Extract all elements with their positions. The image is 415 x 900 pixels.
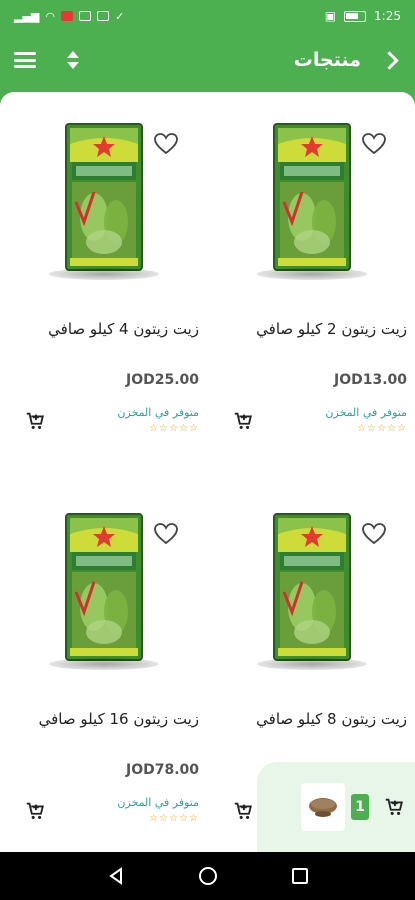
back-chevron-icon[interactable] xyxy=(379,49,401,71)
product-price: JOD78.00 xyxy=(125,762,199,778)
product-image[interactable] xyxy=(64,512,144,662)
product-image-shadow xyxy=(256,658,367,670)
rating-stars: ☆☆☆☆☆ xyxy=(357,423,407,434)
favorite-heart-icon[interactable] xyxy=(361,132,387,156)
bowl-icon xyxy=(309,798,337,817)
status-bar: ▂▄▆ ◠ ✓ ▣ 1:25 xyxy=(0,0,415,32)
add-to-cart-icon[interactable] xyxy=(24,800,46,822)
stock-status: متوفر في المخزن xyxy=(117,796,199,809)
favorite-heart-icon[interactable] xyxy=(361,522,387,546)
stock-status: متوفر في المخزن xyxy=(117,406,199,419)
product-image[interactable] xyxy=(272,122,352,272)
olive-oil-can-image xyxy=(272,513,351,661)
status-time: 1:25 xyxy=(374,9,401,23)
rating-stars: ☆☆☆☆☆ xyxy=(149,423,199,434)
nav-recent-icon[interactable] xyxy=(291,868,308,884)
battery-icon xyxy=(344,10,367,22)
product-name[interactable]: زيت زيتون 2 كيلو صافي xyxy=(217,320,407,338)
nfc-icon: ▣ xyxy=(324,9,337,23)
status-icons-left: ▂▄▆ ◠ ✓ xyxy=(14,10,124,23)
favorite-heart-icon[interactable] xyxy=(153,522,179,546)
product-card[interactable]: زيت زيتون 4 كيلو صافي JOD25.00 متوفر في ال… xyxy=(0,92,207,472)
product-name[interactable]: زيت زيتون 8 كيلو صافي xyxy=(217,710,407,728)
nav-back-icon[interactable] xyxy=(107,867,125,885)
olive-oil-can-image xyxy=(272,123,351,271)
signal-icon: ▂▄▆ xyxy=(14,9,40,23)
stock-status: متوفر في المخزن xyxy=(325,406,407,419)
page-title: منتجات xyxy=(293,49,361,71)
status-icons-right: ▣ 1:25 xyxy=(325,9,401,23)
product-image-shadow xyxy=(48,658,159,670)
product-price: JOD13.00 xyxy=(333,372,407,388)
rating-stars: ☆☆☆☆☆ xyxy=(149,813,199,824)
add-to-cart-icon[interactable] xyxy=(232,800,254,822)
sort-icon[interactable] xyxy=(66,50,80,70)
product-name[interactable]: زيت زيتون 16 كيلو صافي xyxy=(9,710,199,728)
cart-count-badge: 1 xyxy=(351,794,369,820)
product-price: JOD25.00 xyxy=(125,372,199,388)
cart-item-thumbnail xyxy=(301,783,345,831)
add-to-cart-icon[interactable] xyxy=(24,410,46,432)
nav-home-icon[interactable] xyxy=(199,867,218,885)
message-icon xyxy=(79,11,91,21)
product-image-shadow xyxy=(256,268,367,280)
olive-oil-can-image xyxy=(64,513,143,661)
app-bar: منتجات xyxy=(0,32,415,88)
image-icon xyxy=(97,11,109,21)
wifi-icon: ◠ xyxy=(45,9,55,23)
product-card[interactable]: زيت زيتون 16 كيلو صافي JOD78.00 متوفر في ا… xyxy=(0,482,207,852)
product-card[interactable]: زيت زيتون 2 كيلو صافي JOD13.00 متوفر في ال… xyxy=(208,92,415,472)
cart-icon[interactable] xyxy=(383,796,405,818)
product-image[interactable] xyxy=(272,512,352,662)
notification-icon xyxy=(61,11,73,21)
add-to-cart-icon[interactable] xyxy=(232,410,254,432)
cart-summary[interactable]: 1 xyxy=(257,762,415,852)
check-icon: ✓ xyxy=(115,9,125,23)
favorite-heart-icon[interactable] xyxy=(153,132,179,156)
menu-icon[interactable] xyxy=(14,52,36,68)
product-name[interactable]: زيت زيتون 4 كيلو صافي xyxy=(9,320,199,338)
products-content: زيت زيتون 2 كيلو صافي JOD13.00 متوفر في ال… xyxy=(0,92,415,852)
product-image-shadow xyxy=(48,268,159,280)
product-grid: زيت زيتون 2 كيلو صافي JOD13.00 متوفر في ال… xyxy=(0,92,415,852)
system-nav-bar xyxy=(0,852,415,900)
olive-oil-can-image xyxy=(64,123,143,271)
product-image[interactable] xyxy=(64,122,144,272)
